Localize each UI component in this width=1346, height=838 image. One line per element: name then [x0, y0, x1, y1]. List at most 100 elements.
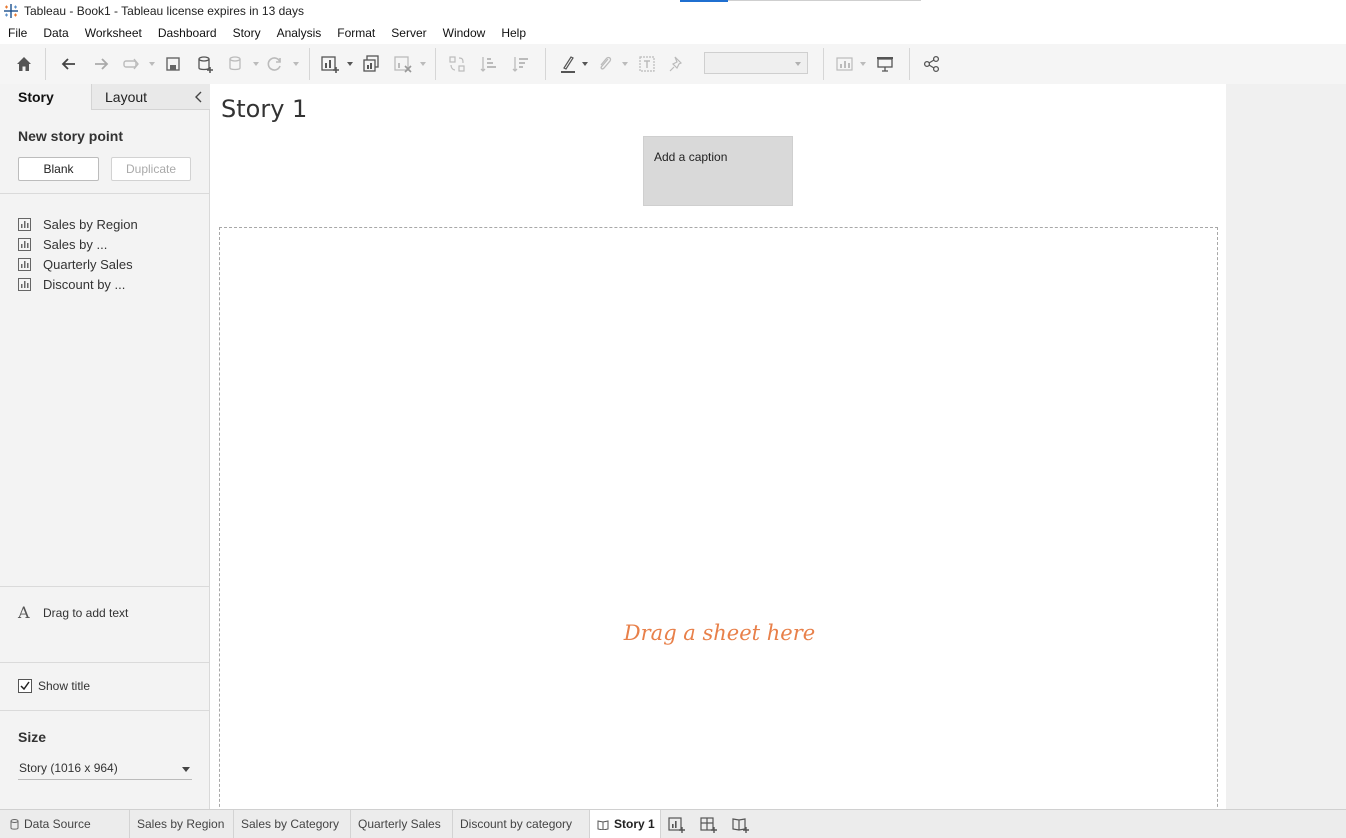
- show-title-toggle[interactable]: Show title: [18, 679, 90, 693]
- chevron-down-icon[interactable]: [149, 62, 155, 66]
- toolbar-separator: [435, 48, 436, 80]
- chevron-down-icon: [182, 767, 190, 772]
- group-members-icon[interactable]: [593, 52, 617, 76]
- list-item[interactable]: Discount by ...: [18, 274, 203, 294]
- database-icon: [10, 819, 19, 830]
- title-bar-line: [728, 0, 921, 1]
- menu-help[interactable]: Help: [493, 22, 534, 44]
- duplicate-sheet-icon[interactable]: [359, 52, 383, 76]
- sort-descending-icon[interactable]: [509, 52, 533, 76]
- redo-icon[interactable]: [89, 52, 113, 76]
- collapse-panel-icon[interactable]: [192, 90, 206, 104]
- show-title-label: Show title: [38, 679, 91, 693]
- menu-window[interactable]: Window: [435, 22, 494, 44]
- chevron-down-icon[interactable]: [347, 62, 353, 66]
- tab-story-active[interactable]: Story 1: [590, 810, 661, 838]
- drag-to-add-text[interactable]: A Drag to add text: [18, 603, 128, 622]
- text-object-icon: A: [18, 603, 30, 622]
- tab-label: Data Source: [24, 817, 91, 831]
- tab-story[interactable]: Story: [0, 84, 92, 110]
- new-story-icon[interactable]: [731, 815, 751, 835]
- list-item[interactable]: Quarterly Sales: [18, 254, 203, 274]
- toolbar: [0, 44, 1346, 84]
- chevron-down-icon[interactable]: [860, 62, 866, 66]
- new-worksheet-icon[interactable]: [667, 815, 687, 835]
- replay-icon[interactable]: [120, 52, 144, 76]
- fit-dropdown[interactable]: [704, 52, 808, 74]
- new-worksheet-icon[interactable]: [318, 52, 342, 76]
- show-me-icon[interactable]: [833, 52, 857, 76]
- story-panel: Story Layout New story point Blank Dupli…: [0, 84, 210, 809]
- pause-data-icon[interactable]: [224, 52, 248, 76]
- chevron-down-icon[interactable]: [253, 62, 259, 66]
- show-mark-labels-icon[interactable]: [635, 52, 659, 76]
- toolbar-separator: [823, 48, 824, 80]
- worksheet-icon: [18, 237, 31, 251]
- toolbar-separator: [909, 48, 910, 80]
- clear-sheet-icon[interactable]: [391, 52, 415, 76]
- new-dashboard-icon[interactable]: [699, 815, 719, 835]
- size-dropdown[interactable]: Story (1016 x 964): [18, 758, 192, 780]
- panel-tabs: Story Layout: [0, 84, 210, 110]
- caption-placeholder: Add a caption: [654, 150, 728, 164]
- menu-format[interactable]: Format: [329, 22, 383, 44]
- refresh-icon[interactable]: [263, 52, 287, 76]
- chevron-down-icon[interactable]: [293, 62, 299, 66]
- tab-sheet[interactable]: Discount by category: [453, 810, 590, 838]
- title-bar: Tableau - Book1 - Tableau license expire…: [0, 0, 1346, 22]
- menu-server[interactable]: Server: [383, 22, 434, 44]
- sheet-drop-zone[interactable]: Drag a sheet here: [219, 227, 1218, 827]
- worksheet-icon: [18, 217, 31, 231]
- chevron-down-icon[interactable]: [622, 62, 628, 66]
- story-point-caption[interactable]: Add a caption: [643, 136, 793, 206]
- menu-bar: File Data Worksheet Dashboard Story Anal…: [0, 22, 1346, 44]
- toolbar-separator: [545, 48, 546, 80]
- panel-divider: [0, 586, 209, 587]
- home-icon[interactable]: [12, 52, 36, 76]
- tab-data-source[interactable]: Data Source: [0, 810, 130, 838]
- sheet-name: Sales by Region: [43, 216, 138, 232]
- story-title[interactable]: Story 1: [221, 95, 307, 123]
- panel-divider: [0, 710, 209, 711]
- undo-icon[interactable]: [57, 52, 81, 76]
- save-icon[interactable]: [161, 52, 185, 76]
- show-title-checkbox[interactable]: [18, 679, 32, 693]
- size-value: Story (1016 x 964): [19, 761, 118, 775]
- share-icon[interactable]: [920, 52, 944, 76]
- highlight-icon[interactable]: [556, 52, 580, 76]
- pin-icon[interactable]: [665, 52, 689, 76]
- story-icon: [597, 820, 609, 831]
- panel-divider: [0, 662, 209, 663]
- size-title: Size: [18, 729, 47, 745]
- toolbar-separator: [309, 48, 310, 80]
- menu-analysis[interactable]: Analysis: [269, 22, 330, 44]
- tab-sheet[interactable]: Sales by Category: [234, 810, 351, 838]
- new-data-source-icon[interactable]: [193, 52, 217, 76]
- duplicate-button[interactable]: Duplicate: [111, 157, 191, 181]
- chevron-down-icon[interactable]: [420, 62, 426, 66]
- sheet-list: Sales by Region Sales by ... Quarterly S…: [18, 214, 203, 294]
- checkmark-icon: [20, 681, 30, 691]
- swap-rows-columns-icon[interactable]: [445, 52, 469, 76]
- new-story-point-title: New story point: [18, 128, 124, 144]
- menu-data[interactable]: Data: [35, 22, 76, 44]
- chevron-down-icon[interactable]: [582, 62, 588, 66]
- sheet-name: Discount by ...: [43, 276, 126, 292]
- tab-sheet[interactable]: Sales by Region: [130, 810, 234, 838]
- sheet-name: Quarterly Sales: [43, 256, 133, 272]
- tableau-logo-icon: [3, 3, 19, 19]
- panel-divider: [0, 193, 209, 194]
- menu-worksheet[interactable]: Worksheet: [77, 22, 150, 44]
- list-item[interactable]: Sales by ...: [18, 234, 203, 254]
- menu-dashboard[interactable]: Dashboard: [150, 22, 225, 44]
- sort-ascending-icon[interactable]: [477, 52, 501, 76]
- blank-button[interactable]: Blank: [18, 157, 99, 181]
- worksheet-icon: [18, 277, 31, 291]
- list-item[interactable]: Sales by Region: [18, 214, 203, 234]
- tab-sheet[interactable]: Quarterly Sales: [351, 810, 453, 838]
- menu-file[interactable]: File: [0, 22, 35, 44]
- menu-story[interactable]: Story: [225, 22, 269, 44]
- drop-hint: Drag a sheet here: [623, 621, 816, 645]
- sheet-name: Sales by ...: [43, 236, 108, 252]
- presentation-mode-icon[interactable]: [873, 52, 897, 76]
